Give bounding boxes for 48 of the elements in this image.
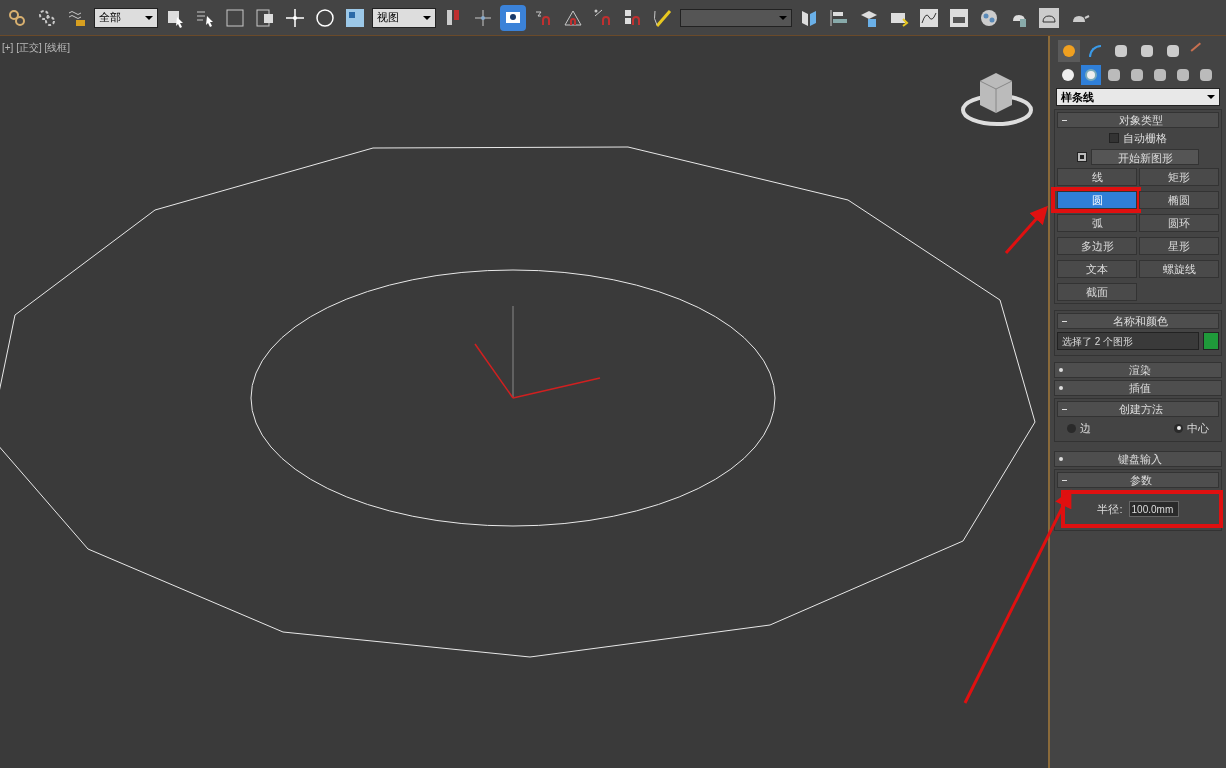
minus-icon (1062, 320, 1067, 322)
shape-button[interactable]: 圆 (1057, 191, 1137, 209)
start-new-shape-button[interactable]: 开始新图形 (1091, 149, 1199, 165)
shape-button[interactable]: 矩形 (1139, 168, 1219, 186)
rollout-header[interactable]: 键盘输入 (1054, 451, 1222, 467)
keyboard-override-icon[interactable] (500, 4, 526, 31)
dropdown[interactable]: 全部 (94, 7, 158, 28)
shape-button[interactable]: 螺旋线 (1139, 260, 1219, 278)
checkbox[interactable] (1109, 133, 1119, 143)
checkbox-label: 自动栅格 (1123, 130, 1167, 146)
rollout-header[interactable]: 名称和颜色 (1057, 313, 1219, 329)
view-cube[interactable] (961, 73, 1033, 126)
checkbox[interactable] (1077, 152, 1087, 162)
radius-field[interactable]: 100.0mm (1128, 501, 1179, 517)
shape-button[interactable]: 线 (1057, 168, 1137, 186)
shape-button[interactable]: 文本 (1057, 260, 1137, 278)
radius-label: 半径: (1097, 501, 1123, 517)
shape-button[interactable]: 圆环 (1139, 214, 1219, 232)
shape-button[interactable]: 星形 (1139, 237, 1219, 255)
dropdown[interactable]: 视图 (372, 7, 436, 28)
named-selection-field[interactable] (680, 8, 792, 27)
shape-button[interactable]: 椭圆 (1139, 191, 1219, 209)
minus-icon (1062, 119, 1067, 121)
minus-icon (1062, 479, 1067, 481)
radio-button[interactable] (1067, 423, 1076, 433)
radio-label: 中心 (1187, 420, 1209, 436)
caret-icon (423, 15, 431, 20)
rollout-header[interactable]: 对象类型 (1057, 112, 1219, 128)
radio-button[interactable] (1174, 423, 1183, 433)
shape-button[interactable]: 截面 (1057, 283, 1137, 301)
viewport[interactable]: [+] [正交] [线框] (0, 36, 1048, 768)
annotation-arrow (1004, 205, 1048, 254)
rollout-header[interactable]: 渲染 (1054, 362, 1222, 378)
type-dropdown[interactable]: 样条线 (1056, 88, 1220, 106)
rollout-header[interactable]: 插值 (1054, 380, 1222, 396)
radio-label: 边 (1080, 420, 1091, 436)
viewport-label: [+] [正交] [线框] (2, 41, 71, 55)
caret-icon (145, 15, 153, 20)
caret-icon (1207, 95, 1215, 99)
caret-icon (779, 15, 787, 20)
shape-button[interactable]: 弧 (1057, 214, 1137, 232)
minus-icon (1062, 408, 1067, 410)
shapes-icon[interactable] (1081, 65, 1101, 85)
rollout-header[interactable]: 创建方法 (1057, 401, 1219, 417)
color-swatch[interactable] (1203, 332, 1219, 350)
rollout-header[interactable]: 参数 (1057, 472, 1219, 488)
shape-button[interactable]: 多边形 (1057, 237, 1137, 255)
name-field[interactable]: 选择了 2 个图形 (1057, 332, 1199, 350)
